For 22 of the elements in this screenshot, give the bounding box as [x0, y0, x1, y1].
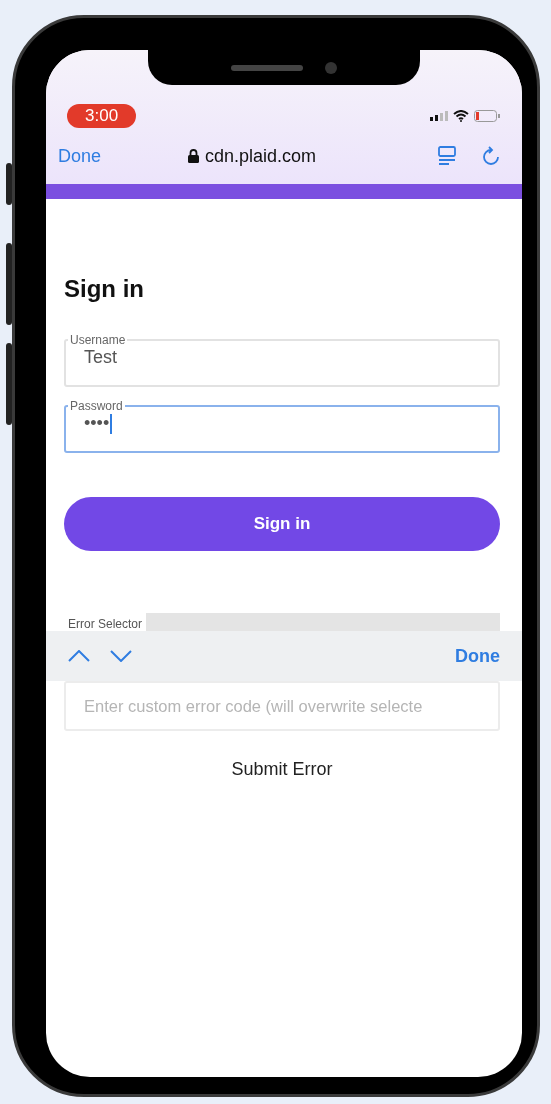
- time-pill: 3:00: [67, 104, 137, 128]
- done-button[interactable]: Done: [455, 645, 500, 667]
- submit-error-button[interactable]: Submit Error: [231, 759, 333, 780]
- input-field[interactable]: Password ••••: [64, 399, 500, 453]
- signal-icon: [430, 111, 448, 121]
- field-label: Error Selector: [67, 617, 144, 631]
- field-value: Test: [84, 347, 117, 368]
- input-field[interactable]: Enter custom error code (will overwrite selecte: [64, 681, 500, 731]
- chevron-up-icon[interactable]: [68, 650, 90, 662]
- lock-icon: [188, 149, 199, 163]
- reload-icon[interactable]: [482, 146, 500, 166]
- sign-in-button[interactable]: Sign in: [64, 497, 500, 551]
- field-value: ••••: [84, 413, 110, 434]
- battery-icon: [474, 110, 500, 122]
- sign-in-heading: Sign in: [64, 275, 145, 303]
- field-label: Username: [69, 333, 127, 347]
- field-label: Password: [69, 399, 124, 413]
- reader-icon[interactable]: [438, 146, 456, 166]
- input-field[interactable]: Username Test: [64, 333, 500, 387]
- wifi-icon: [453, 110, 469, 122]
- url-text: cdn.plaid.com: [205, 145, 317, 167]
- chevron-down-icon[interactable]: [110, 650, 132, 662]
